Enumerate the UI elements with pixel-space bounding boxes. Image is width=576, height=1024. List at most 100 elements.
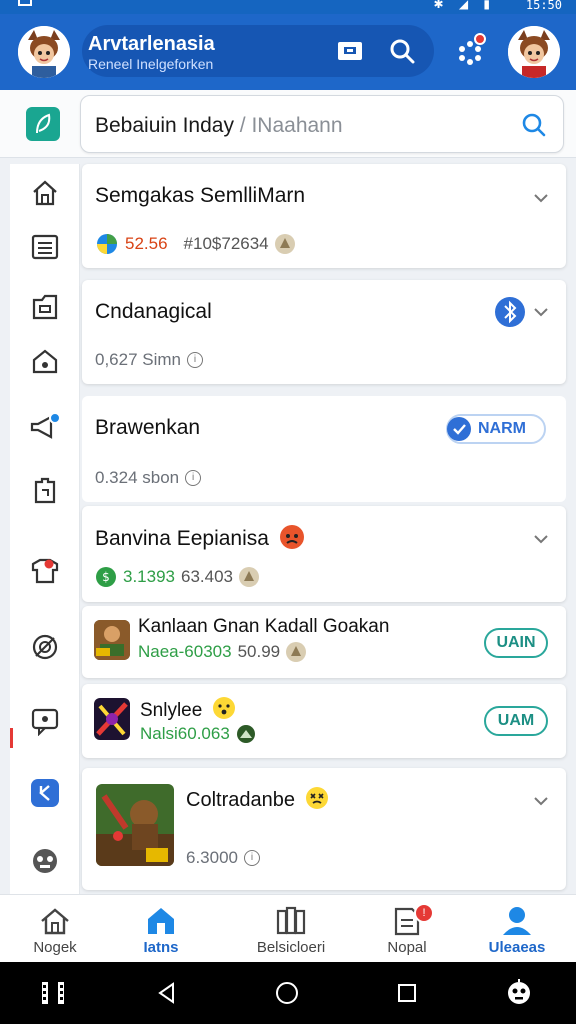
item-card-6[interactable]: Snlylee Nalsi60.063 UAM [82,684,566,758]
nav-label: Iatns [143,939,179,956]
notification-badge: ! [414,903,434,923]
card-stat-b: #10$72634 [183,234,269,253]
nav-home[interactable]: Nogek [0,895,110,963]
chat-icon[interactable] [28,704,62,738]
uam-button[interactable]: UAM [484,706,548,736]
card-title: Coltradanbe [186,789,295,811]
card-title: Cndanagical [95,300,212,323]
search-placeholder: / INaahann [239,114,343,137]
list-icon[interactable] [28,230,62,264]
mountain-icon [236,725,255,743]
library-icon [276,906,306,935]
nav-library[interactable]: Belsicloeri [236,895,346,963]
card-title: Kanlaan Gnan Kadall Goakan [138,616,390,637]
surprised-emoji-icon [212,697,235,719]
inbox-button[interactable] [332,33,368,69]
card-stat: Nalsi60.063 [140,724,230,743]
shirt-icon[interactable] [28,554,62,588]
nav-label: Belsicloeri [256,939,326,956]
card-stat: 0.324 sbon [95,468,180,487]
inbox-icon [338,42,362,60]
narm-button[interactable]: NARM [446,414,546,444]
square-icon [398,984,416,1002]
home-icon [41,908,69,935]
house-icon[interactable] [28,344,62,378]
check-icon [447,417,471,441]
folder-icon[interactable] [28,290,62,324]
item-card-3[interactable]: Brawenkan NARM 0.324 sbon i [82,396,566,502]
status-icons: ✱ ◢ ▮ [433,0,496,11]
game-thumbnail [96,784,174,866]
account-avatar[interactable] [508,26,560,78]
search-input[interactable]: Bebaiuin Inday / INaahann [80,95,564,153]
target-icon[interactable] [28,630,62,664]
header-title-pill: Arvtarlenasia Reneel Inelgeforken [82,25,434,77]
card-stat-b: 63.403 [181,567,233,586]
puzzle-icon[interactable] [28,474,62,508]
chevron-down-icon[interactable] [532,530,550,548]
item-card-5[interactable]: Kanlaan Gnan Kadall Goakan Naea-60303 50… [82,606,566,678]
app-title: Arvtarlenasia [88,33,215,55]
home-button[interactable] [272,978,302,1008]
chevron-down-icon[interactable] [532,303,550,321]
coin-icon [274,234,295,254]
notifications-button[interactable] [452,33,488,71]
home-icon[interactable] [28,176,62,210]
item-card-1[interactable]: Semgakas SemlliMarn 52.56 #10$72634 [82,164,566,268]
notification-badge [474,33,486,45]
pie-icon [97,234,117,254]
app-header: Arvtarlenasia Reneel Inelgeforken [0,14,576,90]
header-search-button[interactable] [384,33,420,69]
back-button[interactable] [152,978,182,1008]
rail-active-marker [10,728,13,748]
recents-menu-button[interactable] [38,978,68,1008]
card-stat: 6.3000 [186,848,238,867]
share-icon[interactable] [28,776,62,810]
nav-label: Uleaeas [488,939,546,956]
card-title: Banvina Eepianisa [95,527,269,550]
overview-button[interactable] [392,978,422,1008]
robot-icon[interactable] [28,844,62,878]
uain-button[interactable]: UAIN [484,628,548,658]
home-circle-icon [276,982,298,1004]
person-icon [503,907,531,935]
nav-items[interactable]: Iatns [106,895,216,963]
nav-label: Nogek [33,939,77,956]
chevron-down-icon[interactable] [532,189,550,207]
card-stat-b: 50.99 [237,642,281,661]
search-icon[interactable] [521,112,547,138]
angry-emoji-icon [279,525,304,549]
item-card-2[interactable]: Cndanagical 0,627 Simn i [82,280,566,384]
profile-avatar[interactable] [18,26,70,78]
item-card-4[interactable]: Banvina Eepianisa $ 3.1393 63.403 [82,506,566,602]
system-nav-bar [0,962,576,1024]
leaf-icon[interactable] [26,107,60,141]
card-stat-a: 3.1393 [123,567,175,586]
search-row: Bebaiuin Inday / INaahann [0,90,576,158]
assistant-button[interactable] [504,978,534,1008]
card-stat-a: Naea-60303 [138,642,232,661]
robot-icon [508,979,530,1004]
search-icon [390,39,415,64]
search-value: Bebaiuin Inday [95,114,234,137]
item-card-7[interactable]: Coltradanbe 6.3000 i [82,768,566,890]
nav-profile[interactable]: Uleaeas [462,895,572,963]
info-icon: i [185,470,202,486]
money-icon: $ [96,567,116,587]
coin-icon [286,642,307,662]
back-triangle-icon [158,982,174,1004]
side-rail [10,164,80,894]
card-stat-a: 52.56 [125,234,168,253]
coin-icon [239,567,259,587]
status-time: 15:50 [525,0,562,12]
nav-notifications[interactable]: ! Nopal [352,895,462,963]
bluetooth-icon[interactable] [494,296,526,328]
chevron-down-icon[interactable] [532,792,550,810]
film-icon [42,982,64,1004]
megaphone-icon[interactable] [28,410,62,444]
store-icon [148,908,174,934]
info-icon: i [187,352,203,368]
nav-label: Nopal [387,939,427,956]
card-title: Snlylee [140,700,203,721]
card-title: Semgakas SemlliMarn [95,184,306,207]
